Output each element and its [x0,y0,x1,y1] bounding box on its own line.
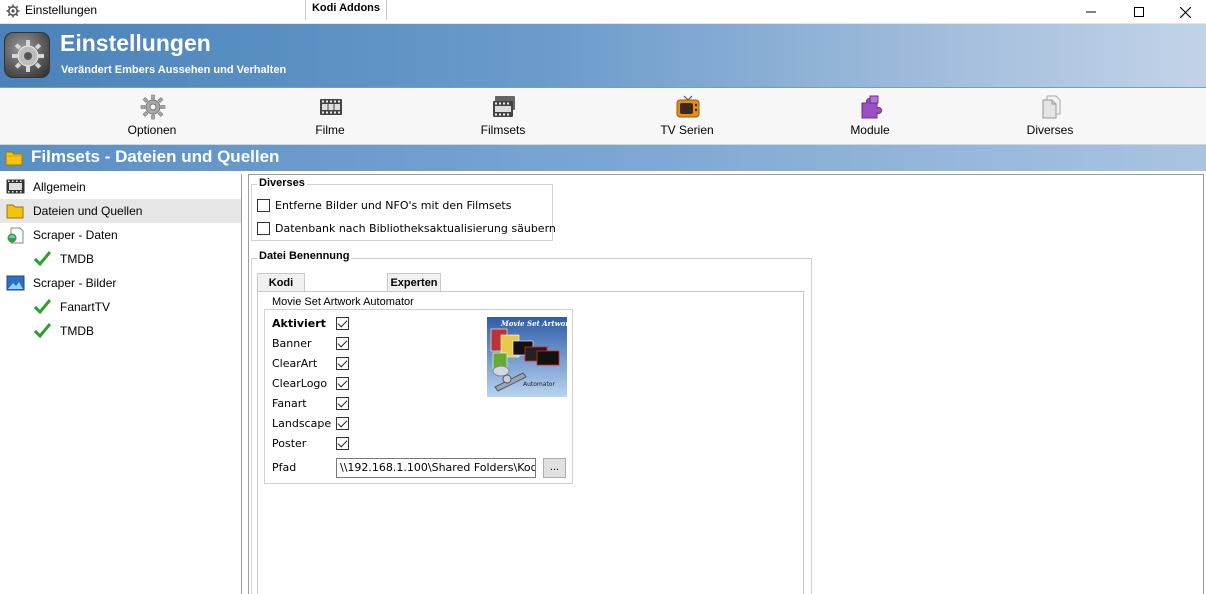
option-label: Landscape [272,417,332,430]
film-icon [320,99,342,115]
tree-item-tmdb-bilder[interactable]: TMDB [0,319,241,343]
option-banner[interactable]: Banner [272,336,362,352]
option-clearart[interactable]: ClearArt [272,356,362,372]
maximize-icon [1134,7,1144,17]
toolbar-label: Filme [315,123,345,137]
folder-icon [5,151,23,166]
tree-item-label: FanartTV [60,300,111,314]
automator-legend: Movie Set Artwork Automator [270,296,416,308]
path-input[interactable]: \\192.168.1.100\Shared Folders\Kodi\K [336,458,536,478]
toolbar-label: Module [850,123,890,137]
toolbar-label: TV Serien [660,123,714,137]
tree-item-allgemein[interactable]: Allgemein [0,175,241,199]
toolbar-label: Filmsets [480,123,526,137]
option-label: ClearLogo [272,377,328,390]
settings-app-logo [4,32,50,78]
tree-item-label: TMDB [60,324,94,338]
movie-set-artwork-image: Movie Set Artwork Automator [487,317,567,397]
section-title: Filmsets - Dateien und Quellen [31,147,280,166]
close-icon [1179,6,1191,18]
poster-checkbox[interactable] [336,437,349,450]
tree-item-label: TMDB [60,252,94,266]
remove-images-checkbox[interactable] [257,199,270,212]
option-label: ClearArt [272,357,318,370]
option-label: Aktiviert [272,317,326,330]
option-fanart[interactable]: Fanart [272,396,362,412]
tv-icon [676,95,700,118]
toolbar-filme-button[interactable]: Filme [270,88,390,145]
tree-item-label: Scraper - Daten [33,228,118,242]
header-subtitle: Verändert Embers Aussehen und Verhalten [61,64,287,76]
artwork-title: Movie Set Artwork [501,319,567,328]
aktiviert-checkbox[interactable] [336,317,349,330]
tree-item-label: Scraper - Bilder [33,276,117,290]
puzzle-icon [861,95,883,119]
tab-experten[interactable]: Experten [387,273,441,293]
option-landscape[interactable]: Landscape [272,416,362,432]
toolbar-label: Optionen [127,123,177,137]
film-set-icon [493,96,515,117]
documents-icon [1042,95,1061,119]
tree-item-label: Allgemein [33,180,86,194]
minimize-icon [1086,11,1096,13]
settings-toolbar: Optionen Filme Filmsets TV Serien Module… [0,88,1206,145]
diverses-legend: Diverses [257,177,307,189]
window-title-bar: Einstellungen [0,0,1206,24]
fanart-checkbox[interactable] [336,397,349,410]
film-icon [6,179,25,194]
maximize-button[interactable] [1116,0,1162,24]
section-header: Filmsets - Dateien und Quellen [0,145,1206,171]
folder-icon [6,204,24,219]
option-label: Poster [272,437,307,450]
clearart-checkbox[interactable] [336,357,349,370]
option-poster[interactable]: Poster [272,436,362,452]
header-title: Einstellungen [60,30,211,56]
path-label: Pfad [272,461,297,474]
option-label: Fanart [272,397,307,410]
minimize-button[interactable] [1068,0,1114,24]
toolbar-filmsets-button[interactable]: Filmsets [443,88,563,145]
banner-checkbox[interactable] [336,337,349,350]
tree-item-dateien-und-quellen[interactable]: Dateien und Quellen [0,199,241,223]
tree-item-scraper-daten[interactable]: Scraper - Daten [0,223,241,247]
gear-icon [12,40,44,72]
header-banner: Einstellungen Verändert Embers Aussehen … [0,24,1206,88]
remove-images-option[interactable]: Entferne Bilder und NFO's mit den Filmse… [257,198,547,214]
datei-benennung-legend: Datei Benennung [257,250,352,262]
toolbar-label: Diverses [1026,123,1074,137]
data-scraper-icon [7,227,24,244]
option-label: Banner [272,337,312,350]
checkmark-icon [34,323,51,338]
tree-item-tmdb-daten[interactable]: TMDB [0,247,241,271]
option-aktiviert[interactable]: Aktiviert [272,316,362,332]
toolbar-module-button[interactable]: Module [810,88,930,145]
tree-item-label: Dateien und Quellen [33,204,143,218]
image-scraper-icon [6,275,25,291]
checkmark-icon [34,251,51,266]
settings-tree: Allgemein Dateien und Quellen Scraper - … [0,174,242,594]
browse-button[interactable]: ... [543,458,566,478]
window-title: Einstellungen [25,3,98,17]
artwork-caption: Automator [523,381,555,388]
option-label: Datenbank nach Bibliotheksaktualisierung… [275,222,556,235]
checkmark-icon [34,299,51,314]
toolbar-diverses-button[interactable]: Diverses [990,88,1110,145]
gear-icon [140,94,166,120]
clearlogo-checkbox[interactable] [336,377,349,390]
tree-item-scraper-bilder[interactable]: Scraper - Bilder [0,271,241,295]
tab-kodi[interactable]: Kodi [257,273,305,293]
landscape-checkbox[interactable] [336,417,349,430]
toolbar-tv-serien-button[interactable]: TV Serien [627,88,747,145]
option-label: Entferne Bilder und NFO's mit den Filmse… [275,199,512,212]
tree-item-fanarttv[interactable]: FanartTV [0,295,241,319]
clean-database-option[interactable]: Datenbank nach Bibliotheksaktualisierung… [257,221,556,237]
close-button[interactable] [1162,0,1206,24]
option-clearlogo[interactable]: ClearLogo [272,376,362,392]
clean-database-checkbox[interactable] [257,222,270,235]
tab-kodi-addons[interactable]: Kodi Addons [305,0,387,20]
gear-icon [6,4,20,18]
toolbar-optionen-button[interactable]: Optionen [92,88,212,145]
